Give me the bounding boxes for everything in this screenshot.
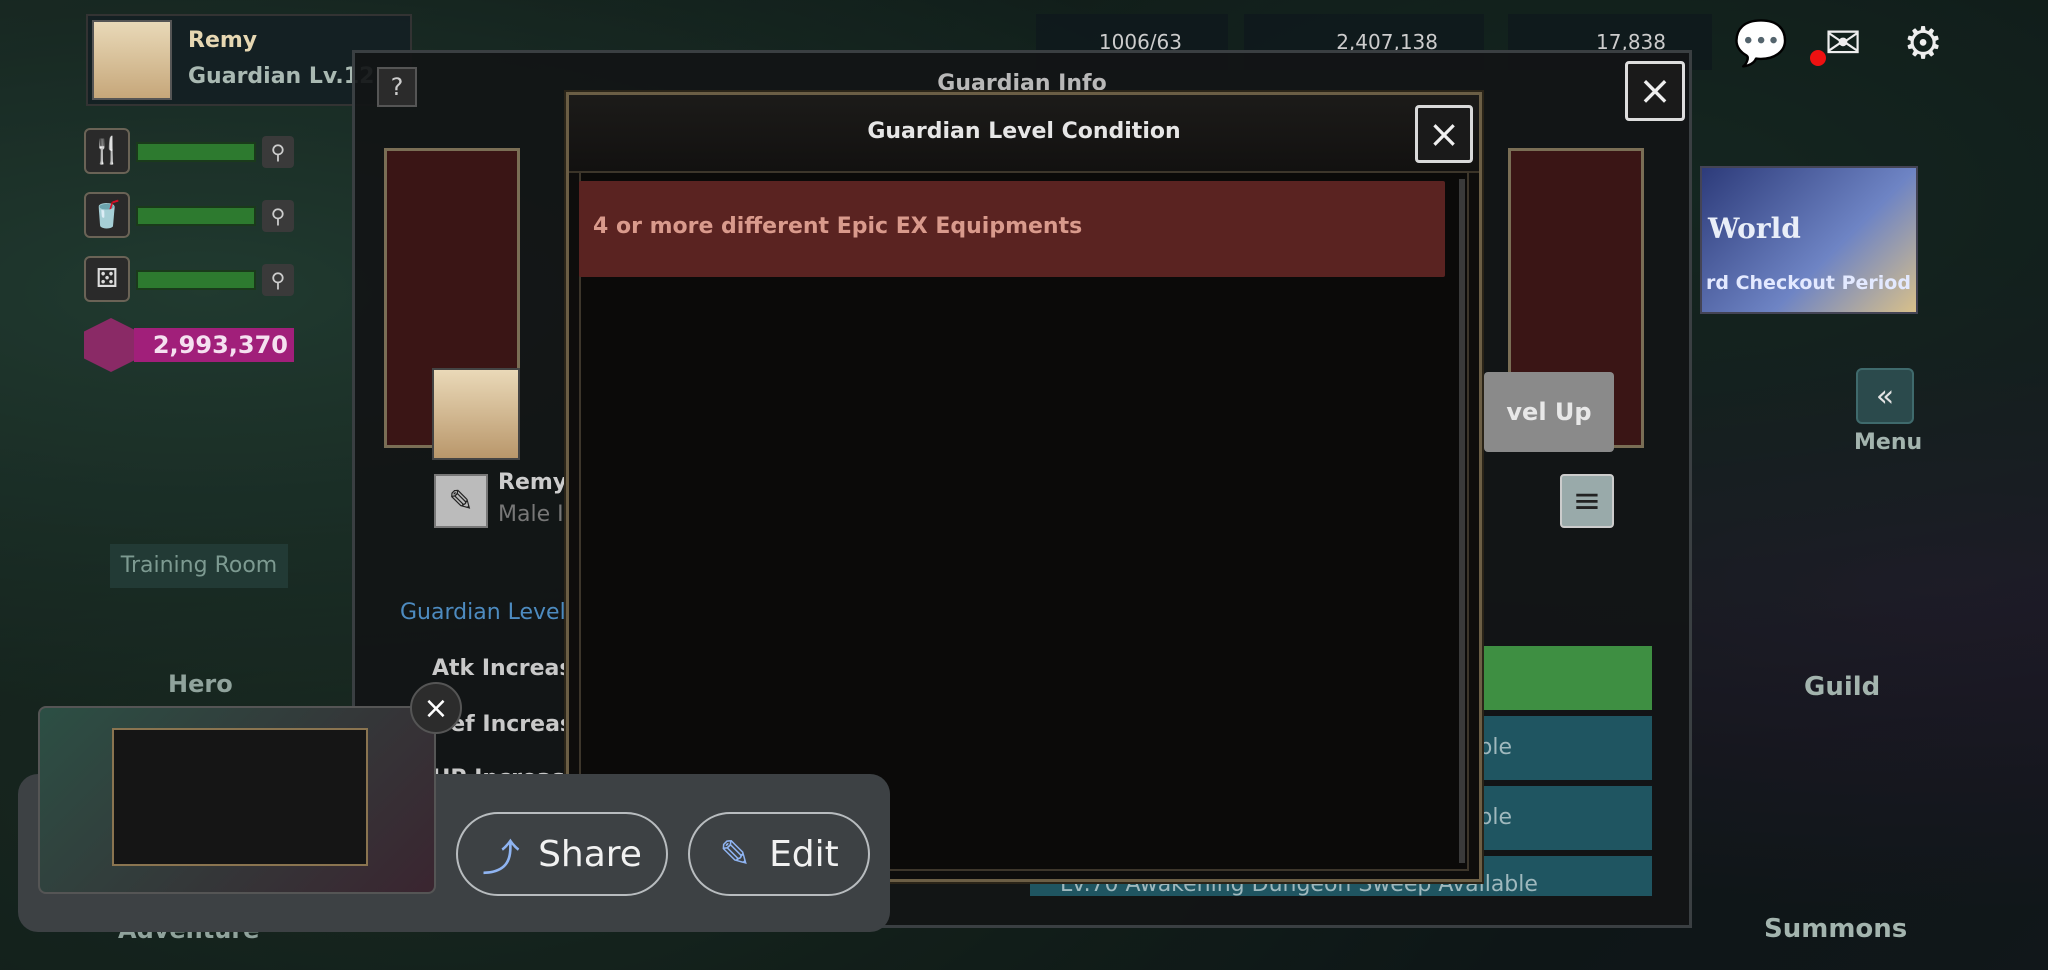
share-label: Share (538, 833, 642, 875)
game-screen: Remy Guardian Lv.12 🍴 ⚲ 🥤 ⚲ ⚄ ⚲ 2,993,37… (0, 0, 2048, 970)
screenshot-thumbnail[interactable] (38, 706, 436, 894)
level-condition-modal: Guardian Level Condition × 4 or more dif… (566, 92, 1482, 882)
rename-button[interactable]: ✎ (434, 474, 488, 528)
profile-level: Guardian Lv.12 (188, 64, 375, 89)
share-icon: ⤴ (482, 835, 521, 880)
banner-title: World (1708, 212, 1801, 245)
pencil-icon: ✎ (719, 832, 752, 876)
chat-icon[interactable]: 💬 (1728, 10, 1794, 76)
menu-button[interactable]: « (1856, 368, 1914, 424)
event-banner[interactable]: World rd Checkout Period (1700, 166, 1918, 314)
scrollbar[interactable] (1459, 179, 1465, 863)
fun-stat: ⚄ ⚲ (84, 256, 299, 304)
fork-icon: 🍴 (84, 128, 130, 174)
condition-item: 4 or more different Epic EX Equipments (579, 181, 1445, 277)
drink-stat: 🥤 ⚲ (84, 192, 299, 240)
guardian-name: Remy (498, 470, 568, 495)
edit-label: Edit (769, 833, 839, 875)
dice-icon: ⚄ (84, 256, 130, 302)
guardian-level-label: Guardian Level (400, 600, 566, 625)
drink-bar (136, 206, 256, 226)
gem-icon (84, 318, 138, 372)
atk-increase-label: Atk Increase (432, 656, 588, 681)
guardian-gender: Male I (498, 502, 564, 527)
avatar (92, 20, 172, 100)
guardian-info-close-button[interactable]: × (1625, 61, 1685, 121)
help-button[interactable]: ? (377, 67, 417, 107)
profile-name: Remy (188, 28, 258, 53)
search-icon[interactable]: ⚲ (262, 200, 294, 232)
gear-icon[interactable]: ⚙ (1890, 10, 1956, 76)
list-menu-button[interactable]: ≡ (1560, 474, 1614, 528)
mail-icon[interactable]: ✉ (1810, 10, 1876, 76)
gem-counter: 2,993,370 (84, 318, 299, 374)
fun-bar (136, 270, 256, 290)
level-up-button[interactable]: vel Up (1484, 372, 1614, 452)
menu-label: Menu (1854, 430, 1923, 455)
edit-button[interactable]: ✎ Edit (688, 812, 870, 896)
food-bar (136, 142, 256, 162)
modal-header: Guardian Level Condition × (569, 95, 1479, 173)
cup-icon: 🥤 (84, 192, 130, 238)
hero-label[interactable]: Hero (168, 670, 233, 698)
notification-dot (1810, 50, 1826, 66)
banner-subtitle: rd Checkout Period (1706, 272, 1911, 294)
summons-label[interactable]: Summons (1764, 914, 1907, 944)
thumbnail-preview (112, 728, 368, 866)
training-room-label[interactable]: Training Room (110, 544, 288, 588)
modal-title: Guardian Level Condition (867, 119, 1181, 144)
guardian-portrait (432, 368, 520, 460)
guild-label[interactable]: Guild (1804, 672, 1880, 702)
modal-close-button[interactable]: × (1415, 105, 1473, 163)
search-icon[interactable]: ⚲ (262, 136, 294, 168)
dismiss-thumbnail-button[interactable]: × (410, 682, 462, 734)
search-icon[interactable]: ⚲ (262, 264, 294, 296)
gem-value: 2,993,370 (134, 328, 294, 362)
food-stat: 🍴 ⚲ (84, 128, 299, 176)
share-button[interactable]: ⤴ Share (456, 812, 668, 896)
